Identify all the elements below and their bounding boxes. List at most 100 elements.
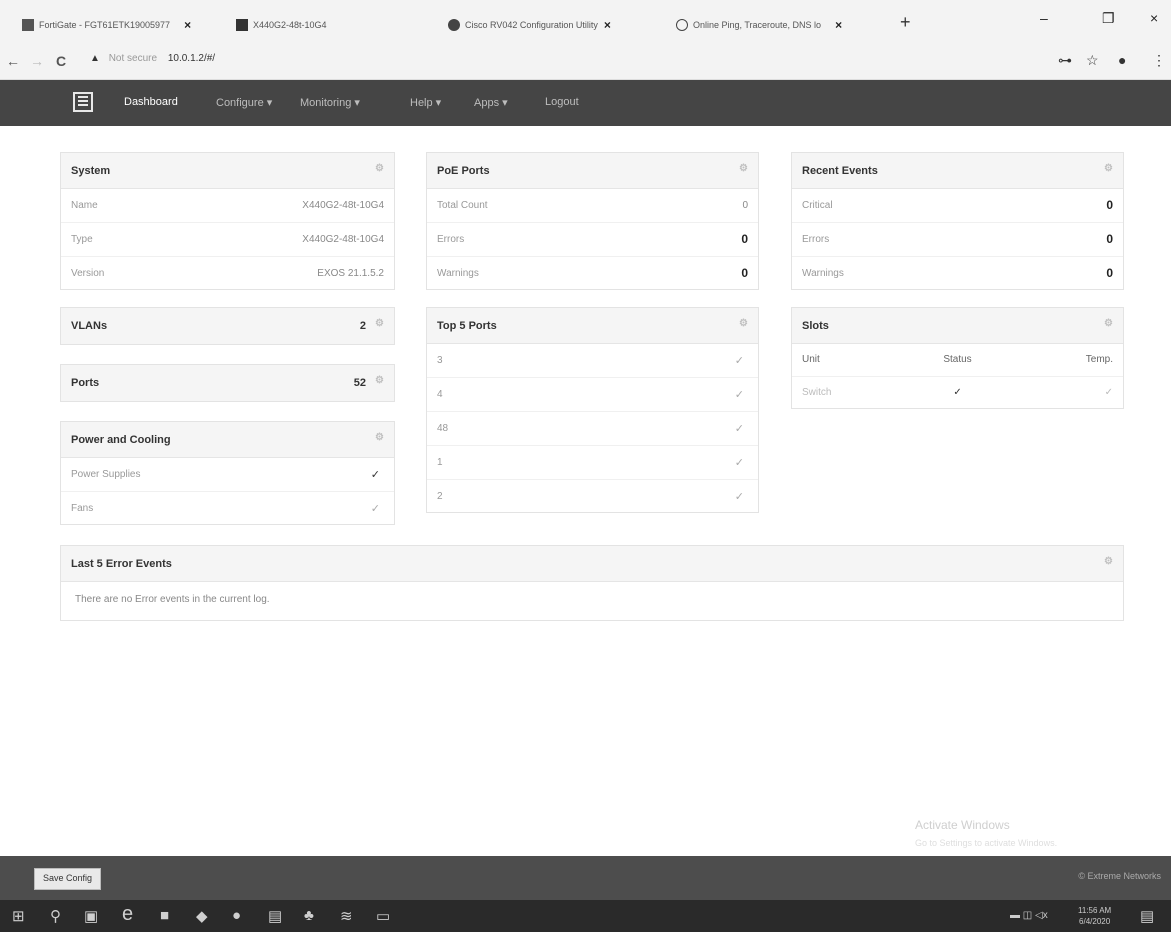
- top5-row[interactable]: 48 ✓: [427, 412, 758, 446]
- check-icon: ✓: [734, 355, 744, 367]
- table-row[interactable]: Switch ✓ ✓: [792, 376, 1123, 408]
- url-text[interactable]: 10.0.1.2/#/: [168, 53, 215, 64]
- key-icon[interactable]: ⊶: [1058, 52, 1072, 69]
- ports-widget[interactable]: Ports 52 ⚙: [60, 364, 395, 402]
- chrome-icon[interactable]: ●: [232, 907, 241, 924]
- window-app-icon[interactable]: ▭: [376, 907, 390, 925]
- tab-x440g2[interactable]: X440G2-48t-10G4 ×: [236, 14, 458, 36]
- close-icon[interactable]: ×: [604, 18, 611, 32]
- power-supplies-row: Power Supplies ✓: [61, 458, 394, 492]
- events-errors-row: Errors 0: [792, 223, 1123, 257]
- cisco-favicon-icon: [448, 19, 460, 31]
- nav-dashboard[interactable]: Dashboard: [124, 96, 178, 108]
- slots-widget: Slots ⚙ Unit Status Temp. Switch ✓ ✓: [791, 307, 1124, 409]
- poe-errors-row: Errors 0: [427, 223, 758, 257]
- windows-start-icon[interactable]: ⊞: [12, 907, 25, 925]
- star-icon[interactable]: ☆: [1086, 52, 1099, 69]
- new-tab-button[interactable]: +: [900, 12, 911, 33]
- nav-configure[interactable]: Configure ▾: [216, 96, 272, 109]
- widget-header: VLANs 2 ⚙: [61, 308, 394, 344]
- port-label: 2: [437, 491, 443, 502]
- nav-apps[interactable]: Apps ▾: [474, 96, 508, 109]
- check-icon: ✓: [370, 469, 380, 481]
- nav-logout[interactable]: Logout: [545, 96, 579, 108]
- maximize-button[interactable]: ❐: [1102, 10, 1115, 27]
- file-explorer-icon[interactable]: ■: [160, 907, 169, 924]
- top5-row[interactable]: 3 ✓: [427, 344, 758, 378]
- row-value: X440G2-48t-10G4: [302, 234, 384, 245]
- warning-count-badge[interactable]: 0: [1106, 266, 1113, 280]
- events-warnings-row: Warnings 0: [792, 257, 1123, 291]
- close-window-button[interactable]: ×: [1150, 10, 1158, 26]
- widget-header: PoE Ports ⚙: [427, 153, 758, 189]
- extreme-logo-icon[interactable]: [73, 92, 93, 112]
- widget-title: Ports: [71, 377, 100, 389]
- task-view-icon[interactable]: ▣: [84, 907, 98, 925]
- top5-row[interactable]: 2 ✓: [427, 480, 758, 514]
- copyright-text: © Extreme Networks: [1078, 871, 1161, 881]
- minimize-button[interactable]: –: [1040, 10, 1048, 26]
- widget-title: VLANs: [71, 320, 108, 332]
- port-label: 48: [437, 423, 449, 434]
- clock[interactable]: 11:56 AM 6/4/2020: [1078, 905, 1111, 927]
- row-label: Warnings: [802, 268, 844, 279]
- close-icon[interactable]: ×: [835, 18, 842, 32]
- row-value: EXOS 21.1.5.2: [317, 268, 384, 279]
- gear-icon[interactable]: ⚙: [375, 318, 384, 329]
- search-icon[interactable]: ⚲: [50, 907, 61, 925]
- gear-icon[interactable]: ⚙: [1104, 318, 1113, 329]
- row-label: Type: [71, 234, 93, 245]
- row-label: Warnings: [437, 268, 479, 279]
- gear-icon[interactable]: ⚙: [739, 163, 748, 174]
- reload-button[interactable]: C: [56, 53, 66, 69]
- vlans-widget[interactable]: VLANs 2 ⚙: [60, 307, 395, 345]
- status-check-icon: ✓: [953, 387, 962, 398]
- gear-icon[interactable]: ⚙: [1104, 556, 1113, 567]
- clock-date: 6/4/2020: [1079, 917, 1111, 926]
- tab-online-ping[interactable]: Online Ping, Traceroute, DNS lo ×: [676, 14, 842, 36]
- back-button[interactable]: ←: [6, 53, 20, 69]
- widget-header: Top 5 Ports ⚙: [427, 308, 758, 344]
- system-row-version: Version EXOS 21.1.5.2: [61, 257, 394, 291]
- app-icon[interactable]: ▤: [268, 907, 282, 925]
- top5-row[interactable]: 1 ✓: [427, 446, 758, 480]
- forward-button[interactable]: →: [30, 53, 44, 69]
- gear-icon[interactable]: ⚙: [375, 432, 384, 443]
- globe-favicon-icon: [676, 19, 688, 31]
- check-icon: ✓: [734, 423, 744, 435]
- app-icon[interactable]: ◆: [196, 907, 208, 925]
- gear-icon[interactable]: ⚙: [1104, 163, 1113, 174]
- menu-icon[interactable]: ⋮: [1152, 52, 1166, 69]
- network-app-icon[interactable]: ≋: [340, 907, 353, 925]
- tab-cisco[interactable]: Cisco RV042 Configuration Utility ×: [448, 14, 611, 36]
- security-label[interactable]: Not secure: [109, 53, 157, 64]
- edge-browser-icon[interactable]: e: [122, 903, 133, 926]
- extreme-favicon-icon: [236, 19, 248, 31]
- top5-row[interactable]: 4 ✓: [427, 378, 758, 412]
- app-icon[interactable]: ♣: [304, 907, 314, 924]
- address-bar[interactable]: ▲ Not secure 10.0.1.2/#/: [90, 53, 215, 64]
- widget-title: PoE Ports: [437, 165, 490, 177]
- notifications-icon[interactable]: ▤: [1140, 907, 1154, 925]
- gear-icon[interactable]: ⚙: [375, 375, 384, 386]
- critical-count-badge[interactable]: 0: [1106, 198, 1113, 212]
- nav-monitoring[interactable]: Monitoring ▾: [300, 96, 360, 109]
- warning-count-badge[interactable]: 0: [741, 266, 748, 280]
- widget-header: Last 5 Error Events ⚙: [61, 546, 1123, 582]
- error-count-badge[interactable]: 0: [1106, 232, 1113, 246]
- column-header-unit: Unit: [802, 354, 820, 365]
- tab-title: X440G2-48t-10G4: [253, 20, 327, 30]
- gear-icon[interactable]: ⚙: [739, 318, 748, 329]
- profile-icon[interactable]: ●: [1118, 52, 1126, 68]
- error-count-badge[interactable]: 0: [741, 232, 748, 246]
- app-navbar: Dashboard Configure ▾ Monitoring ▾ Help …: [0, 80, 1171, 126]
- save-config-button[interactable]: Save Config: [34, 868, 102, 890]
- poe-total-row: Total Count 0: [427, 189, 758, 223]
- system-tray-icons[interactable]: ▬ ◫ ◁x: [1010, 910, 1048, 921]
- close-icon[interactable]: ×: [184, 18, 191, 32]
- widget-header: Ports 52 ⚙: [61, 365, 394, 401]
- check-icon: ✓: [734, 457, 744, 469]
- gear-icon[interactable]: ⚙: [375, 163, 384, 174]
- nav-help[interactable]: Help ▾: [410, 96, 441, 109]
- tab-fortigate[interactable]: FortiGate - FGT61ETK19005977 ×: [22, 14, 191, 36]
